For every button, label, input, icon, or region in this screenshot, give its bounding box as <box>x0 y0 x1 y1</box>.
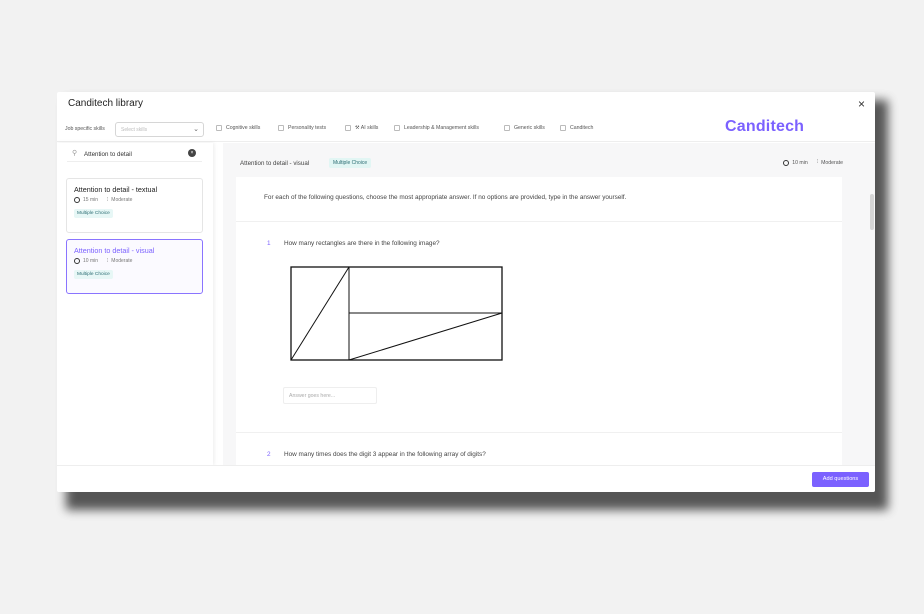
filter-generic[interactable]: Generic skills <box>504 125 545 131</box>
detail-meta: 10 min ⫶ Moderate <box>783 159 843 166</box>
skills-select-placeholder: Select skills <box>121 127 148 133</box>
detail-time: 10 min <box>792 159 808 166</box>
filter-label: Canditech <box>570 125 594 131</box>
checkbox-icon <box>345 125 351 131</box>
card-level: Moderate <box>111 258 133 264</box>
type-badge: Multiple Choice <box>74 270 113 279</box>
filter-label: Generic skills <box>514 125 545 131</box>
scrollbar[interactable] <box>870 194 874 230</box>
filter-personality[interactable]: Personality tests <box>278 125 326 131</box>
question-number: 1 <box>267 240 271 247</box>
clock-icon <box>74 197 80 203</box>
close-icon[interactable]: × <box>858 97 865 111</box>
question-text: How many rectangles are there in the fol… <box>284 240 440 247</box>
search-icon: ⚲ <box>72 150 78 157</box>
test-detail-panel: Attention to detail - visual Multiple Ch… <box>223 143 875 465</box>
checkbox-icon <box>504 125 510 131</box>
search-value: Attention to detail <box>84 151 132 158</box>
search-input[interactable]: ⚲ Attention to detail × <box>67 149 202 162</box>
checkbox-icon <box>394 125 400 131</box>
filter-canditech[interactable]: Canditech <box>560 125 593 131</box>
clear-icon[interactable]: × <box>188 149 196 157</box>
checkbox-icon <box>278 125 284 131</box>
modal-footer: Add questions <box>57 465 875 492</box>
detail-title: Attention to detail - visual <box>240 160 310 167</box>
library-modal: Canditech library × Job specific skills … <box>57 92 875 492</box>
clock-icon <box>783 159 790 166</box>
filter-leadership[interactable]: Leadership & Management skills <box>394 125 479 131</box>
type-badge: Multiple Choice <box>329 158 372 168</box>
instructions-text: For each of the following questions, cho… <box>264 194 627 201</box>
card-level: Moderate <box>111 197 133 203</box>
divider <box>236 432 842 433</box>
rectangles-figure <box>290 266 503 361</box>
questions-card: For each of the following questions, cho… <box>236 177 842 465</box>
filter-cognitive[interactable]: Cognitive skills <box>216 125 260 131</box>
modal-title: Canditech library <box>68 98 144 109</box>
checkbox-icon <box>216 125 222 131</box>
filter-label: Personality tests <box>288 125 327 131</box>
filter-bar: Job specific skills Select skills ⌄ Cogn… <box>57 118 875 142</box>
detail-level: Moderate <box>821 159 843 166</box>
card-meta: 15 min ⫶ Moderate <box>74 197 132 203</box>
card-time: 15 min <box>83 197 99 203</box>
test-list-panel: ⚲ Attention to detail × Attention to det… <box>57 143 213 465</box>
card-title: Attention to detail - visual <box>74 246 155 255</box>
chevron-down-icon: ⌄ <box>193 126 199 133</box>
level-icon: ⫶ <box>816 159 819 165</box>
clock-icon <box>74 258 80 264</box>
add-questions-button[interactable]: Add questions <box>812 472 869 487</box>
checkbox-icon <box>560 125 566 131</box>
test-card-visual[interactable]: Attention to detail - visual 10 min ⫶ Mo… <box>66 239 203 294</box>
level-icon: ⫶ <box>107 197 109 203</box>
card-time: 10 min <box>83 258 99 264</box>
test-card-textual[interactable]: Attention to detail - textual 15 min ⫶ M… <box>66 178 203 233</box>
filter-label: Leadership & Management skills <box>404 125 479 131</box>
question-number: 2 <box>267 451 271 458</box>
brand-logo: Canditech <box>725 118 805 135</box>
filter-label: ⚒ AI skills <box>355 125 379 131</box>
card-title: Attention to detail - textual <box>74 185 158 194</box>
filter-ai[interactable]: ⚒ AI skills <box>345 125 378 131</box>
divider <box>236 221 842 222</box>
card-meta: 10 min ⫶ Moderate <box>74 258 132 264</box>
filter-label: Cognitive skills <box>226 125 261 131</box>
type-badge: Multiple Choice <box>74 209 113 218</box>
answer-input[interactable]: Answer goes here... <box>283 387 377 404</box>
job-skills-label: Job specific skills <box>65 126 105 132</box>
skills-select[interactable]: Select skills ⌄ <box>115 122 204 137</box>
level-icon: ⫶ <box>107 258 109 264</box>
answer-placeholder: Answer goes here... <box>289 393 336 399</box>
question-text: How many times does the digit 3 appear i… <box>284 451 486 458</box>
